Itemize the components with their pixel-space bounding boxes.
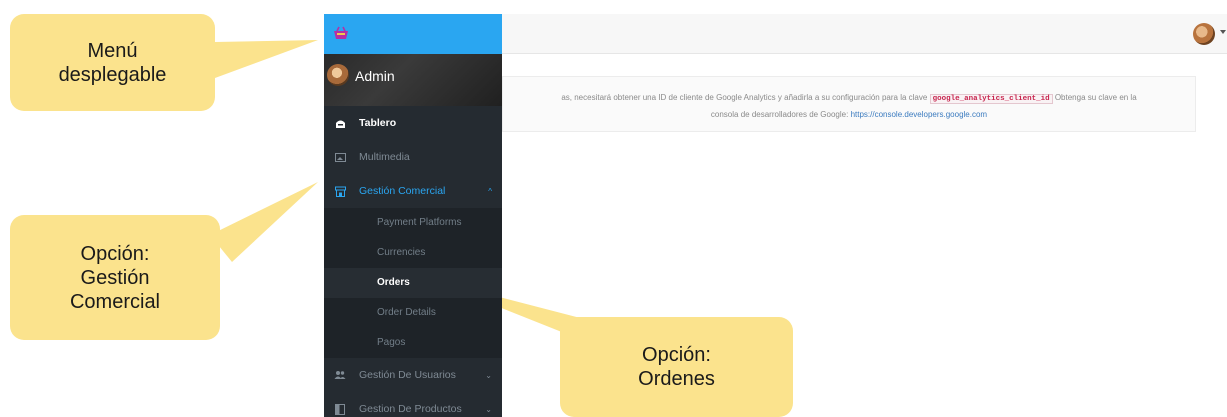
chevron-down-icon[interactable]	[1220, 30, 1226, 34]
submenu-item-orders[interactable]: Orders	[324, 268, 502, 298]
submenu-item-order-details[interactable]: Order Details	[324, 298, 502, 328]
submenu-gestion-comercial: Payment Platforms Currencies Orders Orde…	[324, 208, 502, 358]
callout-text: Ordenes	[638, 368, 715, 390]
callout-menu-desplegable: Menú desplegable	[10, 14, 215, 111]
shop-basket-icon	[334, 26, 348, 39]
callout-text: Comercial	[69, 290, 161, 313]
submenu-item-payment-platforms[interactable]: Payment Platforms	[324, 208, 502, 238]
config-key-code: google_analytics_client_id	[929, 94, 1053, 104]
notice-line-1: as, necesitará obtener una ID de cliente…	[503, 90, 1195, 107]
submenu-item-pagos[interactable]: Pagos	[324, 328, 502, 358]
sidebar-item-label: Gestión Comercial	[359, 185, 446, 197]
analytics-notice: as, necesitará obtener una ID de cliente…	[502, 76, 1196, 132]
image-icon	[334, 152, 346, 163]
notice-text: Obtenga su clave en la	[1054, 93, 1137, 102]
callout-text: Opción:	[642, 344, 711, 366]
sidebar-item-gestion-productos[interactable]: Gestion De Productos ⌄	[324, 392, 502, 417]
sidebar-item-label: Multimedia	[359, 151, 410, 163]
avatar	[327, 64, 349, 86]
top-navbar	[502, 14, 1227, 54]
chevron-down-icon: ⌄	[485, 405, 492, 414]
callout-ordenes: Opción: Ordenes	[560, 317, 793, 417]
sidebar-brand[interactable]	[324, 14, 502, 54]
callout-gestion-comercial: Opción: Gestión Comercial	[10, 215, 220, 340]
dashboard-icon	[334, 118, 346, 129]
callout-text: Menú desplegable	[58, 39, 167, 86]
menu-callout-pointer	[215, 40, 318, 78]
sidebar-item-multimedia[interactable]: Multimedia	[324, 140, 502, 174]
chevron-down-icon: ⌄	[485, 371, 492, 380]
profile-name: Admin	[355, 68, 395, 84]
sidebar: Admin Tablero Multimedia Gestión Comerci…	[324, 14, 502, 417]
sidebar-item-label: Gestión De Usuarios	[359, 369, 456, 381]
sidebar-item-label: Gestion De Productos	[359, 403, 462, 415]
callout-text: Gestión	[80, 266, 150, 289]
console-link[interactable]: https://console.developers.google.com	[851, 110, 988, 119]
sidebar-item-gestion-comercial[interactable]: Gestión Comercial ^	[324, 174, 502, 208]
sidebar-item-gestion-usuarios[interactable]: Gestión De Usuarios ⌄	[324, 358, 502, 392]
users-icon	[334, 370, 346, 381]
callout-text: Opción:	[80, 242, 150, 265]
notice-line-2: consola de desarrolladores de Google: ht…	[503, 107, 1195, 123]
notice-text: as, necesitará obtener una ID de cliente…	[561, 93, 928, 102]
store-icon	[334, 186, 346, 197]
chevron-up-icon: ^	[488, 187, 492, 196]
sidebar-profile[interactable]: Admin	[324, 54, 502, 106]
notice-text: consola de desarrolladores de Google:	[710, 110, 849, 119]
sidebar-item-label: Tablero	[359, 117, 397, 129]
submenu-item-currencies[interactable]: Currencies	[324, 238, 502, 268]
sidebar-item-tablero[interactable]: Tablero	[324, 106, 502, 140]
user-avatar[interactable]	[1193, 23, 1215, 45]
gestion-callout-pointer	[210, 182, 318, 262]
box-icon	[334, 403, 346, 415]
